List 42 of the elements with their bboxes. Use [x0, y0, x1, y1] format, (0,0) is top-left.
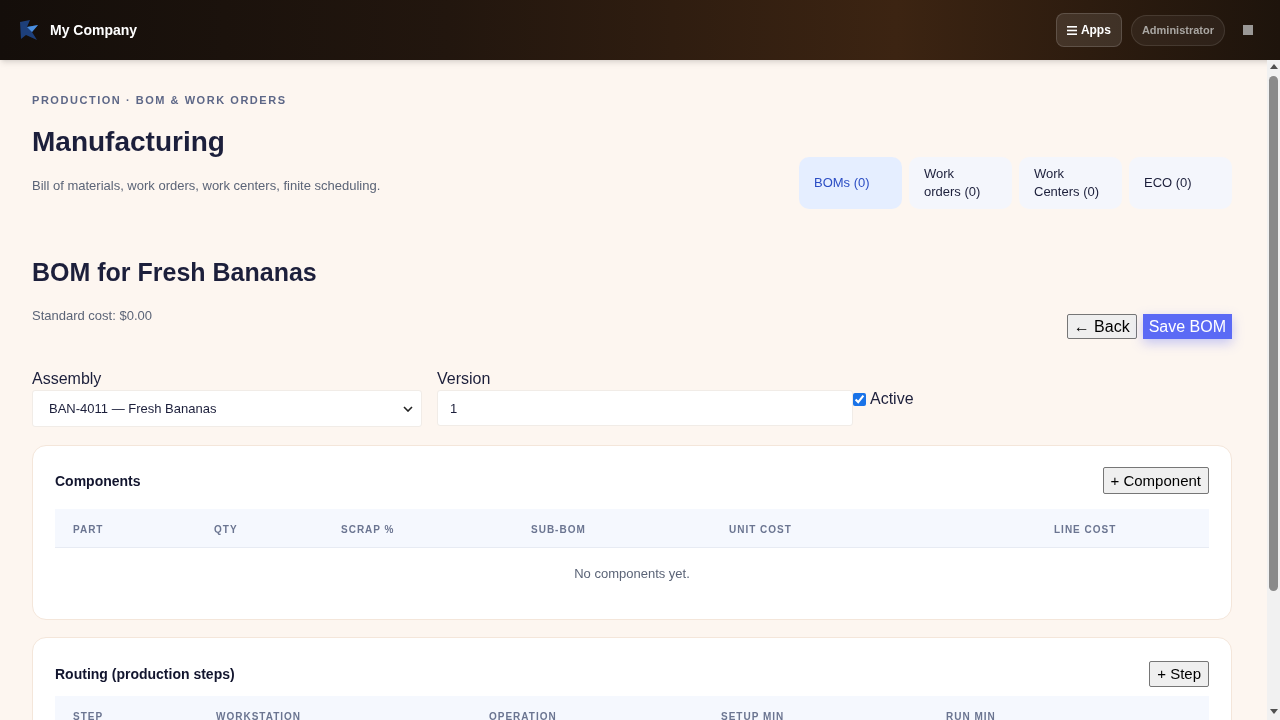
active-checkbox[interactable] — [853, 392, 866, 406]
brand-name: My Company — [50, 20, 138, 40]
scroll-up-icon[interactable] — [1269, 64, 1278, 69]
tab[interactable]: Work Centers (0) — [1019, 157, 1122, 209]
section-title: Components — [55, 471, 141, 491]
page-subtitle: Bill of materials, work orders, work centers, finite scheduling. — [32, 177, 381, 195]
empty-message: No components yet. — [574, 565, 690, 584]
tab[interactable]: Work orders (0) — [909, 157, 1012, 209]
scrollbar-thumb[interactable] — [1269, 76, 1278, 591]
tab[interactable]: BOMs (0) — [799, 157, 902, 209]
column-header: WORKSTATION — [216, 711, 302, 720]
assembly-select[interactable]: BAN-4011 — Fresh Bananas — [32, 390, 422, 427]
apps-button[interactable]: Apps — [1055, 13, 1122, 47]
menu-icon — [1066, 25, 1077, 35]
column-header: QTY — [214, 524, 238, 535]
add-button[interactable]: + Component — [1102, 467, 1209, 494]
column-header: STEP — [73, 711, 104, 720]
column-header: UNIT COST — [729, 524, 792, 535]
standard-cost: Standard cost: $0.00 — [32, 307, 153, 325]
page-title: Manufacturing — [32, 125, 226, 159]
field-label: Version — [437, 369, 492, 389]
user-menu-button[interactable]: Administrator — [1130, 14, 1225, 46]
logo-icon — [18, 19, 40, 41]
section-title: Routing (production steps) — [55, 665, 235, 684]
checkbox-label: Active — [870, 389, 914, 409]
scroll-down-icon[interactable] — [1269, 709, 1278, 714]
save-bom-button[interactable]: Save BOM — [1142, 314, 1232, 339]
column-header: LINE COST — [1054, 524, 1117, 535]
field-label: Assembly — [32, 369, 103, 389]
column-header: SETUP MIN — [721, 711, 785, 720]
tab[interactable]: ECO (0) — [1129, 157, 1232, 209]
breadcrumb: PRODUCTION · BOM & WORK ORDERS — [32, 94, 288, 106]
column-header: OPERATION — [489, 711, 557, 720]
column-header: SCRAP % — [341, 524, 395, 535]
column-header: PART — [73, 524, 104, 535]
add-button[interactable]: + Step — [1149, 661, 1209, 687]
back-button[interactable]: ← Back — [1066, 314, 1137, 339]
column-header: RUN MIN — [946, 711, 996, 720]
bom-title: BOM for Fresh Bananas — [32, 257, 317, 288]
version-input[interactable]: 1 — [437, 390, 853, 426]
chevron-down-icon — [403, 405, 413, 412]
column-header: SUB-BOM — [531, 524, 586, 535]
